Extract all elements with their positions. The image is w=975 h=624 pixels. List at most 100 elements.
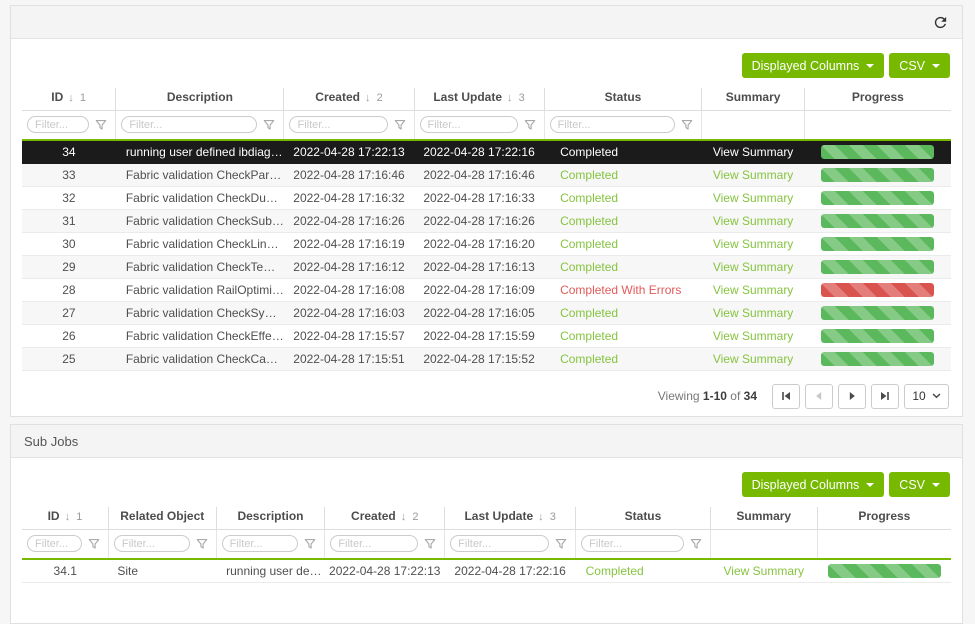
progress-bar [821,260,934,274]
column-header-progress[interactable]: Progress [804,88,951,111]
filter-cell-last_update [414,111,544,141]
cell-description: Fabric validation CheckLinks t... [116,232,284,255]
cell-description: Fabric validation CheckSubnet... [116,209,284,232]
cell-progress [804,255,951,278]
filter-input-created[interactable] [330,535,418,552]
status-text: Completed [560,237,618,251]
prev-page-icon [814,391,824,401]
cell-last_update: 2022-04-28 17:16:46 [414,163,544,186]
filter-funnel-icon[interactable] [95,119,107,131]
column-header-id[interactable]: ID↓ 1 [22,507,108,530]
next-page-button[interactable] [838,384,866,409]
column-header-status[interactable]: Status [576,507,711,530]
view-summary-link[interactable]: View Summary [713,283,793,297]
column-header-related_object[interactable]: Related Object [108,507,216,530]
filter-input-last_update[interactable] [450,535,549,552]
column-header-last_update[interactable]: Last Update↓ 3 [414,88,544,111]
filter-input-status[interactable] [581,535,684,552]
table-row[interactable]: 30Fabric validation CheckLinks t...2022-… [22,232,951,255]
cell-id: 34.1 [22,559,108,582]
displayed-columns-button[interactable]: Displayed Columns [742,53,885,78]
cell-description: Fabric validation CheckCables ... [116,347,284,370]
cell-last_update: 2022-04-28 17:16:33 [414,186,544,209]
page-size-select[interactable]: 10 [904,384,949,409]
filter-input-id[interactable] [27,535,82,552]
cell-created: 2022-04-28 17:22:13 [325,559,445,582]
refresh-icon[interactable] [932,14,949,31]
last-page-button[interactable] [871,384,899,409]
column-header-status[interactable]: Status [544,88,702,111]
subjobs-filter-row [22,530,951,560]
first-page-button[interactable] [772,384,800,409]
caret-down-icon [932,64,940,68]
view-summary-link[interactable]: View Summary [713,329,793,343]
column-header-id[interactable]: ID↓ 1 [22,88,116,111]
view-summary-link[interactable]: View Summary [713,168,793,182]
filter-funnel-icon[interactable] [555,538,567,550]
cell-related_object: Site [108,559,216,582]
view-summary-link[interactable]: View Summary [713,145,793,159]
filter-funnel-icon[interactable] [524,119,536,131]
displayed-columns-button[interactable]: Displayed Columns [742,472,885,497]
filter-input-description[interactable] [121,116,257,133]
view-summary-link[interactable]: View Summary [713,214,793,228]
column-header-progress[interactable]: Progress [817,507,951,530]
cell-status: Completed [544,301,702,324]
table-row[interactable]: 33Fabric validation CheckPartitio...2022… [22,163,951,186]
sort-indicator: ↓ 3 [538,511,556,523]
column-header-last_update[interactable]: Last Update↓ 3 [445,507,576,530]
filter-input-status[interactable] [550,116,676,133]
subjobs-table: ID↓ 1Related ObjectDescriptionCreated↓ 2… [22,507,951,583]
filter-cell-empty [702,111,804,141]
filter-input-related_object[interactable] [114,535,190,552]
filter-input-last_update[interactable] [420,116,518,133]
csv-button[interactable]: CSV [889,53,950,78]
filter-funnel-icon[interactable] [424,538,436,550]
cell-created: 2022-04-28 17:16:46 [284,163,414,186]
first-page-icon [781,391,791,401]
status-text: Completed [560,191,618,205]
filter-input-description[interactable] [222,535,299,552]
table-row[interactable]: 28Fabric validation RailOptimized...2022… [22,278,951,301]
filter-funnel-icon[interactable] [196,538,208,550]
filter-funnel-icon[interactable] [394,119,406,131]
column-header-summary[interactable]: Summary [702,88,804,111]
column-header-summary[interactable]: Summary [710,507,817,530]
filter-funnel-icon[interactable] [681,119,693,131]
table-row[interactable]: 25Fabric validation CheckCables ...2022-… [22,347,951,370]
filter-funnel-icon[interactable] [263,119,275,131]
table-row[interactable]: 34.1Siterunning user defi...2022-04-28 1… [22,559,951,582]
status-text: Completed [560,145,618,159]
table-row[interactable]: 32Fabric validation CheckDuplica...2022-… [22,186,951,209]
column-header-description[interactable]: Description [116,88,284,111]
filter-funnel-icon[interactable] [304,538,316,550]
column-header-created[interactable]: Created↓ 2 [284,88,414,111]
view-summary-link[interactable]: View Summary [713,237,793,251]
jobs-header-row: ID↓ 1DescriptionCreated↓ 2Last Update↓ 3… [22,88,951,111]
cell-summary: View Summary [702,255,804,278]
table-row[interactable]: 31Fabric validation CheckSubnet...2022-0… [22,209,951,232]
cell-id: 29 [22,255,116,278]
csv-button[interactable]: CSV [889,472,950,497]
prev-page-button[interactable] [805,384,833,409]
table-row[interactable]: 26Fabric validation CheckEffectiv...2022… [22,324,951,347]
filter-cell-empty [817,530,951,560]
column-header-created[interactable]: Created↓ 2 [325,507,445,530]
filter-cell-empty [804,111,951,141]
table-row[interactable]: 34running user defined ibdiagnet...2022-… [22,140,951,163]
caret-down-icon [866,64,874,68]
sort-indicator: ↓ 2 [365,92,383,104]
view-summary-link[interactable]: View Summary [713,260,793,274]
filter-funnel-icon[interactable] [88,538,100,550]
view-summary-link[interactable]: View Summary [724,564,804,578]
table-row[interactable]: 29Fabric validation CheckTemper...2022-0… [22,255,951,278]
table-row[interactable]: 27Fabric validation CheckSymbol...2022-0… [22,301,951,324]
view-summary-link[interactable]: View Summary [713,191,793,205]
view-summary-link[interactable]: View Summary [713,352,793,366]
filter-input-created[interactable] [289,116,387,133]
view-summary-link[interactable]: View Summary [713,306,793,320]
filter-input-id[interactable] [27,116,89,133]
column-header-description[interactable]: Description [216,507,325,530]
filter-funnel-icon[interactable] [690,538,702,550]
jobs-panel-header [11,6,962,39]
